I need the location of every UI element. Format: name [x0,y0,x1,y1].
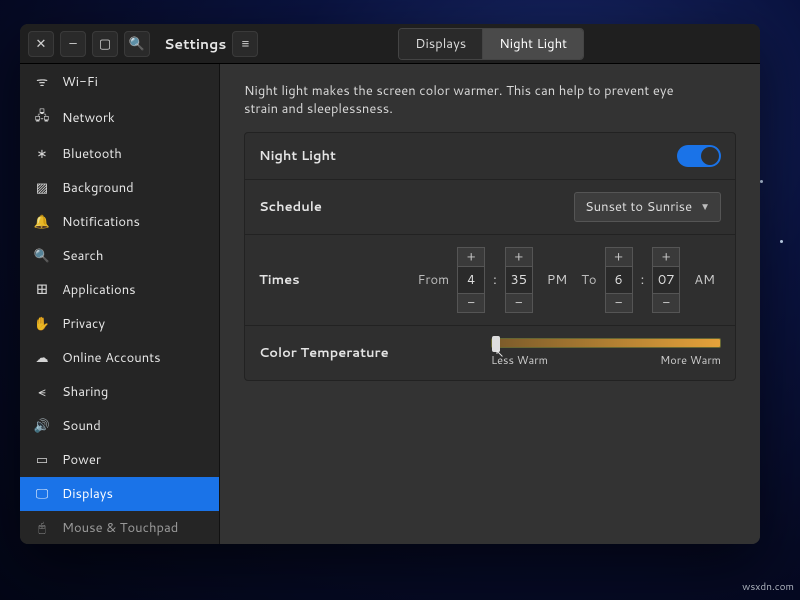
tab-displays[interactable]: Displays [399,29,483,59]
sidebar-item-power[interactable]: ▭ Power [20,443,219,477]
from-hour-minus[interactable]: − [457,293,485,313]
power-icon: ▭ [34,451,50,469]
sidebar-item-displays[interactable]: 🖵 Displays [20,477,219,511]
sidebar-item-sharing[interactable]: ⪪ Sharing [20,375,219,409]
times-row: Times From + 4 − : + 35 − [245,235,735,326]
watermark: wsxdn.com [742,580,794,594]
to-ampm[interactable]: AM [688,271,721,289]
notifications-icon: 🔔 [34,213,50,231]
night-light-toggle[interactable] [677,145,721,167]
online-accounts-icon: ☁ [34,349,50,367]
sidebar-item-label: Wi-Fi [62,73,98,91]
sidebar-item-background[interactable]: ▨ Background [20,171,219,205]
sidebar-item-label: Sound [62,417,101,435]
sidebar-item-privacy[interactable]: ✋ Privacy [20,307,219,341]
color-temperature-slider[interactable]: ↖ [491,338,721,348]
to-minute-minus[interactable]: − [652,293,680,313]
night-light-row: Night Light [245,133,735,180]
sidebar-item-label: Displays [62,485,113,503]
close-icon[interactable]: ✕ [28,31,54,57]
search-button[interactable]: 🔍 [124,31,150,57]
sidebar-item-label: Background [62,179,134,197]
to-hour-value: 6 [605,267,633,293]
from-minute-value: 35 [505,267,533,293]
chevron-down-icon: ▼ [700,200,710,214]
tab-night-light[interactable]: Night Light [483,29,583,59]
schedule-dropdown[interactable]: Sunset to Sunrise ▼ [574,192,721,222]
minimize-icon[interactable]: – [60,31,86,57]
night-light-label: Night Light [259,147,336,165]
sidebar-item-search[interactable]: 🔍 Search [20,239,219,273]
mouse-icon: 🖰 [34,519,50,537]
sidebar-item-label: Applications [62,281,136,299]
sidebar-item-label: Mouse & Touchpad [62,519,178,537]
to-hour-stepper: + 6 − [605,247,633,313]
to-label: To [581,271,596,289]
privacy-icon: ✋ [34,315,50,333]
schedule-selected: Sunset to Sunrise [585,198,692,216]
sidebar-item-label: Search [62,247,103,265]
to-hour-plus[interactable]: + [605,247,633,267]
sidebar-item-online-accounts[interactable]: ☁ Online Accounts [20,341,219,375]
sidebar: ᯤ Wi-Fi 🖧 Network ∗ Bluetooth ▨ Background 🔔… [20,64,220,544]
settings-panel: Night Light Schedule Sunset to Sunrise ▼… [244,132,736,381]
sidebar-item-label: Notifications [62,213,140,231]
applications-icon: 𐌎 [34,281,50,299]
time-colon: : [493,271,497,289]
from-minute-minus[interactable]: − [505,293,533,313]
from-minute-plus[interactable]: + [505,247,533,267]
titlebar: ✕ – ▢ 🔍 Settings ≡ Displays Night Light [20,24,760,64]
color-temperature-row: Color Temperature ↖ Less Warm More Warm [245,326,735,380]
sidebar-item-mouse-touchpad[interactable]: 🖰 Mouse & Touchpad [20,511,219,544]
to-hour-minus[interactable]: − [605,293,633,313]
from-hour-stepper: + 4 − [457,247,485,313]
to-minute-stepper: + 07 − [652,247,680,313]
night-light-description: Night light makes the screen color warme… [244,82,684,118]
times-label: Times [259,271,300,289]
time-colon: : [641,271,645,289]
from-ampm[interactable]: PM [541,271,573,289]
displays-icon: 🖵 [34,485,50,503]
to-minute-value: 07 [652,267,680,293]
background-icon: ▨ [34,179,50,197]
sidebar-item-sound[interactable]: 🔊 Sound [20,409,219,443]
sidebar-item-label: Network [62,109,115,127]
color-temperature-label: Color Temperature [259,344,389,362]
sidebar-item-bluetooth[interactable]: ∗ Bluetooth [20,137,219,171]
sidebar-item-label: Power [62,451,101,469]
sidebar-item-notifications[interactable]: 🔔 Notifications [20,205,219,239]
cursor-icon: ↖ [495,345,504,361]
sidebar-item-label: Bluetooth [62,145,122,163]
settings-window: ✕ – ▢ 🔍 Settings ≡ Displays Night Light … [20,24,760,544]
search-icon: 🔍 [34,247,50,265]
maximize-icon[interactable]: ▢ [92,31,118,57]
from-hour-plus[interactable]: + [457,247,485,267]
sidebar-item-applications[interactable]: 𐌎 Applications [20,273,219,307]
to-minute-plus[interactable]: + [652,247,680,267]
sidebar-item-wifi[interactable]: ᯤ Wi-Fi [20,64,219,99]
network-icon: 🖧 [34,107,50,129]
sidebar-item-label: Privacy [62,315,105,333]
from-hour-value: 4 [457,267,485,293]
sidebar-item-network[interactable]: 🖧 Network [20,99,219,137]
sharing-icon: ⪪ [34,383,50,401]
header-tabs: Displays Night Light [398,28,584,60]
content-pane: Night light makes the screen color warme… [220,64,760,544]
from-label: From [417,271,449,289]
app-title: Settings [164,34,226,54]
slider-max-label: More Warm [660,352,721,368]
bluetooth-icon: ∗ [34,145,50,163]
schedule-row: Schedule Sunset to Sunrise ▼ [245,180,735,235]
menu-button[interactable]: ≡ [232,31,258,57]
sound-icon: 🔊 [34,417,50,435]
sidebar-item-label: Sharing [62,383,108,401]
sidebar-item-label: Online Accounts [62,349,161,367]
from-minute-stepper: + 35 − [505,247,533,313]
wifi-icon: ᯤ [34,72,50,91]
schedule-label: Schedule [259,198,322,216]
